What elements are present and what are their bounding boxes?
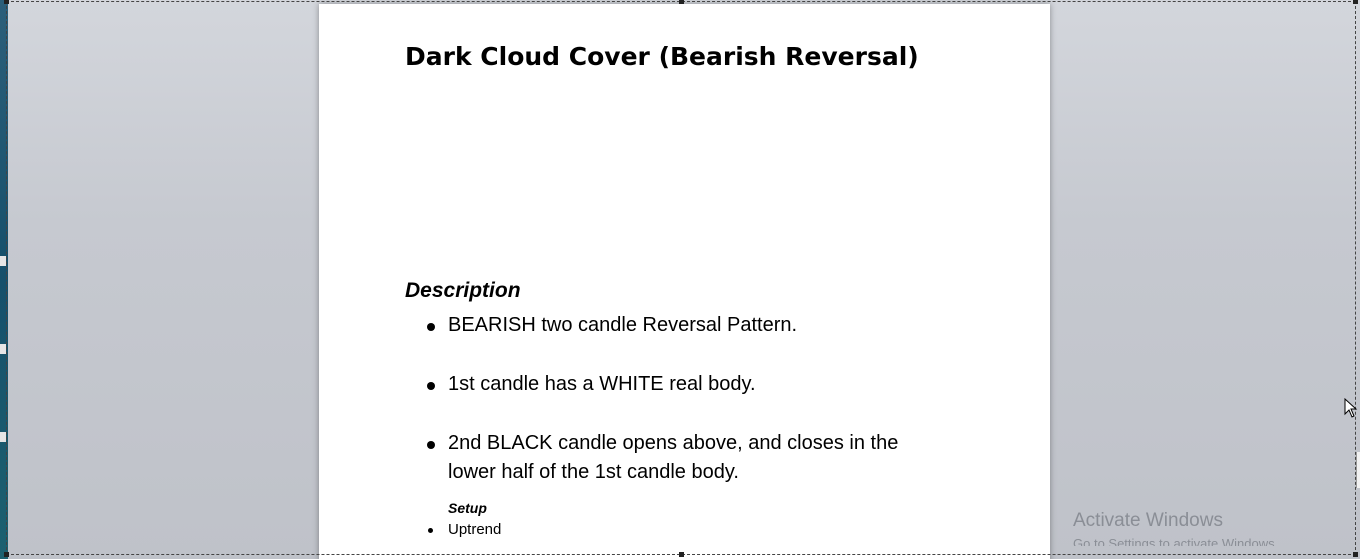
resize-handle[interactable]: [1353, 0, 1358, 4]
edge-marker: [0, 344, 6, 354]
list-item: 2nd BLACK candle opens above, and closes…: [427, 429, 947, 487]
mouse-pointer-icon: [1344, 398, 1358, 418]
document-page[interactable]: Dark Cloud Cover (Bearish Reversal) Desc…: [319, 4, 1050, 559]
resize-handle[interactable]: [1353, 552, 1358, 557]
watermark-subtitle: Go to Settings to activate Windows.: [1073, 536, 1279, 546]
editor-workspace: Dark Cloud Cover (Bearish Reversal) Desc…: [0, 0, 1360, 559]
left-window-edge: [0, 0, 8, 559]
description-list: BEARISH two candle Reversal Pattern. 1st…: [427, 311, 947, 517]
edge-marker: [0, 432, 6, 442]
setup-list: Uptrend: [427, 520, 501, 540]
setup-heading: Setup: [448, 500, 487, 516]
watermark-title: Activate Windows: [1073, 510, 1223, 531]
list-item: Uptrend: [427, 520, 501, 540]
list-item: 1st candle has a WHITE real body.: [427, 370, 947, 399]
edge-marker: [0, 256, 6, 266]
scrollbar-thumb[interactable]: [1356, 452, 1360, 488]
description-heading: Description: [405, 279, 521, 302]
list-item: BEARISH two candle Reversal Pattern.: [427, 311, 947, 340]
activation-watermark: Activate Windows Go to Settings to activ…: [1073, 510, 1278, 546]
page-title: Dark Cloud Cover (Bearish Reversal): [405, 42, 919, 71]
